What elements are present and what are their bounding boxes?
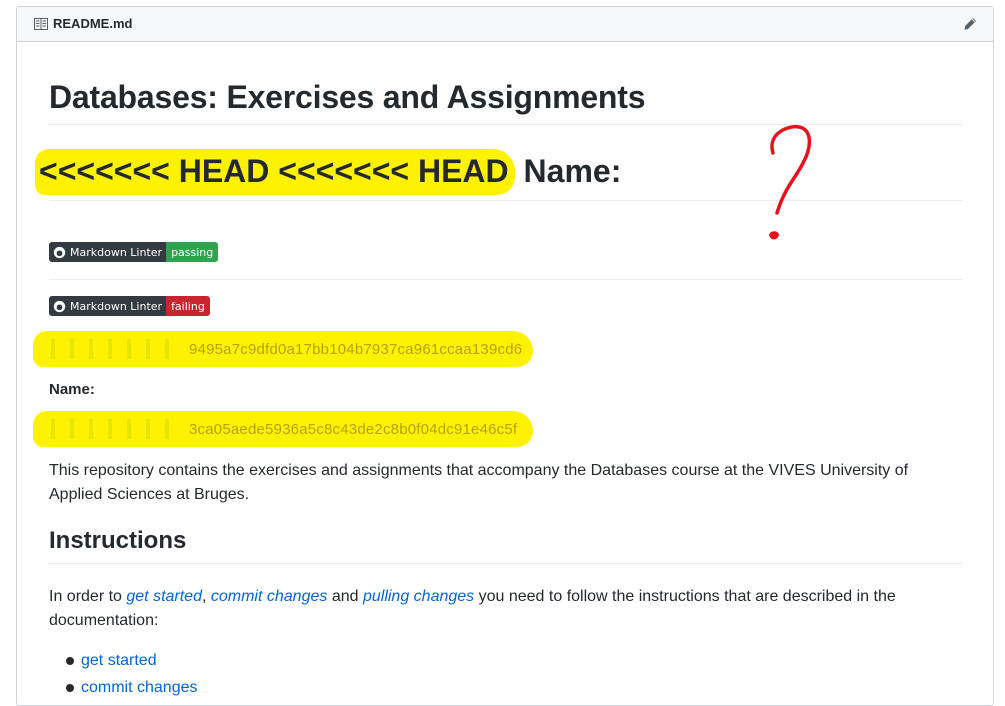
badge-status: failing xyxy=(166,296,210,316)
github-icon xyxy=(53,246,66,258)
description: This repository contains the exercises a… xyxy=(49,462,909,503)
conflict-heading-rest: Name: xyxy=(523,153,622,189)
conflict-markers xyxy=(51,339,169,359)
link-get-started[interactable]: get started xyxy=(126,588,202,605)
conflict-markers xyxy=(51,419,169,439)
instructions-heading: Instructions xyxy=(49,527,963,564)
link-pulling-changes[interactable]: pulling changes xyxy=(363,588,474,605)
list-link-get-started[interactable]: get started xyxy=(81,652,157,669)
instructions-list: get started commit changes xyxy=(49,647,198,701)
file-name: README.md xyxy=(53,16,133,31)
badge-status: passing xyxy=(166,242,219,262)
name-label: Name: xyxy=(49,381,95,398)
book-icon xyxy=(34,18,48,30)
list-link-commit-changes[interactable]: commit changes xyxy=(81,679,198,696)
list-item: commit changes xyxy=(49,674,198,701)
badge-label: Markdown Linter xyxy=(70,299,163,313)
badge-label: Markdown Linter xyxy=(70,245,163,259)
github-icon xyxy=(53,300,66,312)
divider xyxy=(49,279,963,280)
link-commit-changes[interactable]: commit changes xyxy=(211,588,328,605)
list-item: get started xyxy=(49,647,198,674)
question-mark-annotation xyxy=(769,124,812,240)
commit-hash: 9495a7c9dfd0a17bb104b7937ca961ccaa139cd6 xyxy=(189,341,523,358)
readme-header: README.md xyxy=(17,7,993,42)
commit-hash: 3ca05aede5936a5c8c43de2c8b0f04dc91e46c5f xyxy=(189,421,518,438)
linter-badge-failing[interactable]: Markdown Linter failing xyxy=(49,296,210,316)
conflict-marker-highlight: <<<<<<< HEAD <<<<<<< HEAD xyxy=(35,149,515,195)
readme-box: README.md Databases: Exercises and Assig… xyxy=(16,6,994,706)
linter-badge-passing[interactable]: Markdown Linter passing xyxy=(49,242,219,262)
instructions-text: In order to get started, commit changes … xyxy=(49,588,896,629)
pencil-icon[interactable] xyxy=(963,17,977,31)
page-title: Databases: Exercises and Assignments xyxy=(49,79,963,125)
